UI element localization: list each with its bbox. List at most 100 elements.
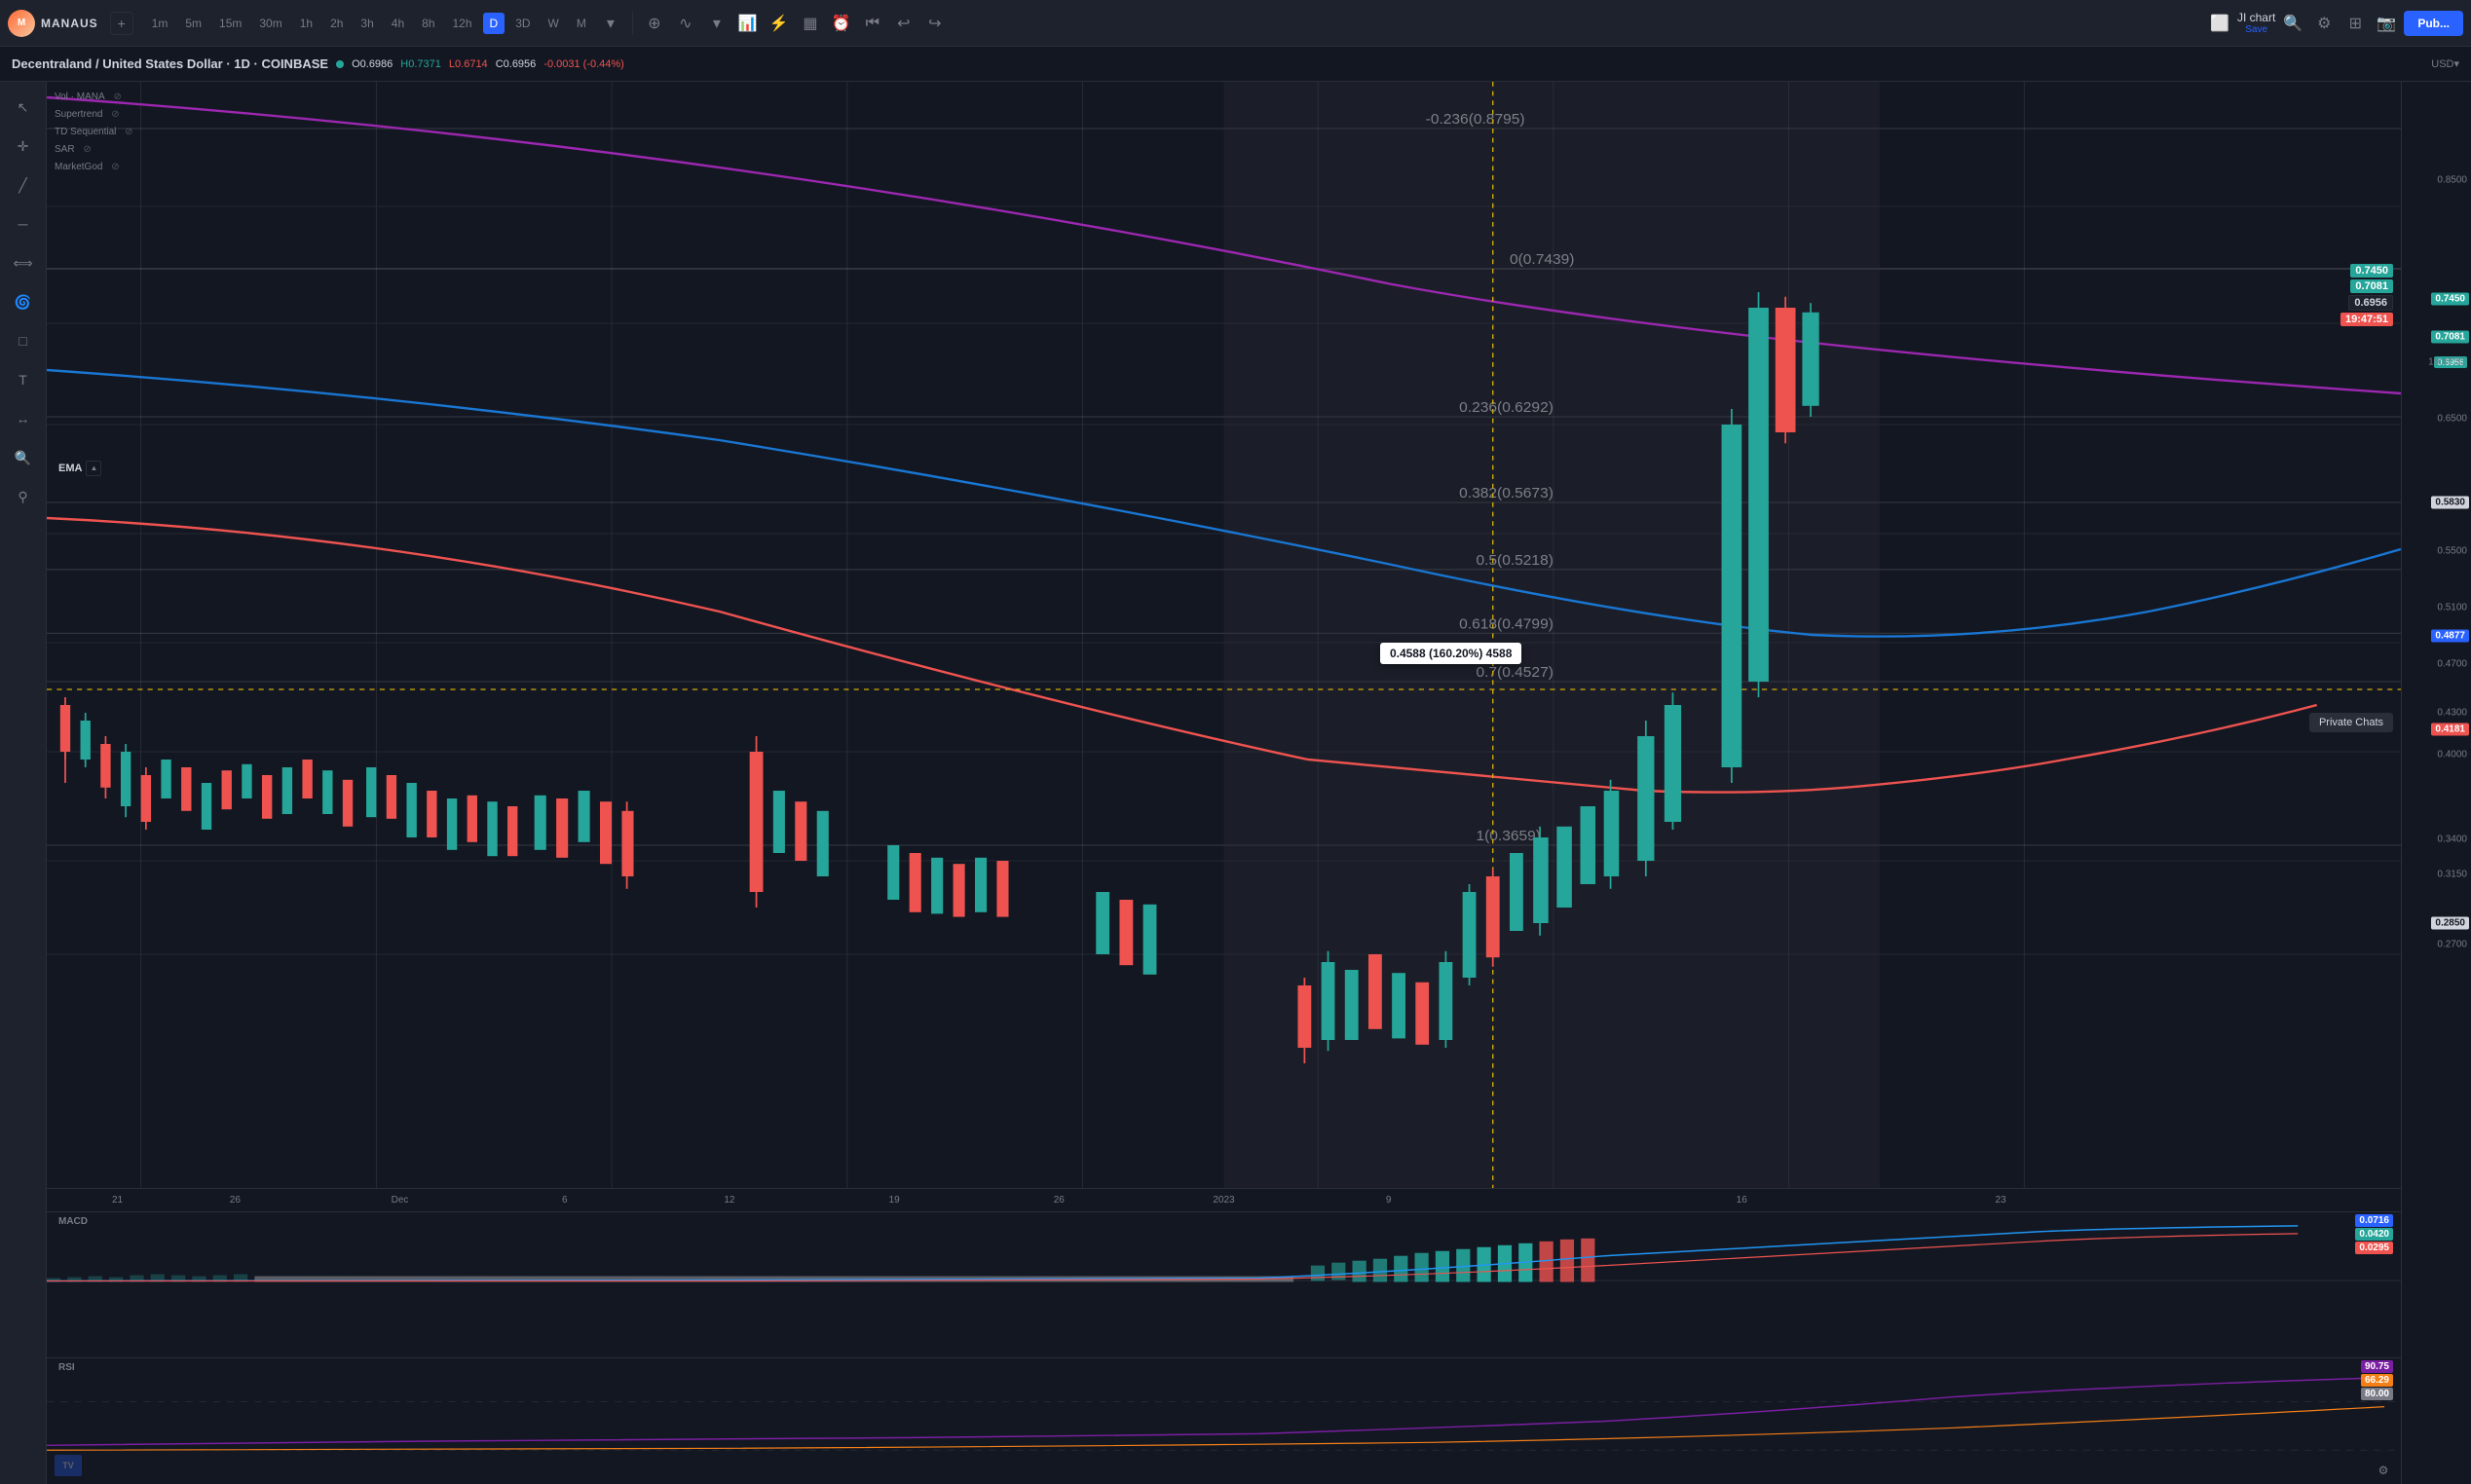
- price-badge-7081: 0.7081: [2431, 331, 2469, 344]
- save-button[interactable]: Save: [2245, 24, 2267, 35]
- fullscreen-icon[interactable]: ⬜: [2206, 10, 2233, 37]
- price-label-3400: 0.3400: [2437, 834, 2467, 844]
- ohlc-open: O0.6986: [352, 58, 393, 70]
- crosshair-tool-icon[interactable]: ✛: [6, 129, 41, 164]
- ema-indicator-label: EMA ▲: [58, 461, 101, 476]
- rsi-values: 90.75 66.29 80.00: [2361, 1360, 2393, 1400]
- rsi-chart: [47, 1358, 2471, 1484]
- timeframe-M[interactable]: M: [570, 13, 593, 34]
- measure-icon[interactable]: ↔: [6, 401, 41, 436]
- publish-button[interactable]: Pub...: [2404, 11, 2463, 36]
- indicator-supertrend-eye[interactable]: ⊘: [108, 107, 122, 121]
- currency-selector[interactable]: USD▾: [2431, 57, 2459, 70]
- chart-header: Decentraland / United States Dollar · 1D…: [0, 47, 2471, 82]
- chart-settings-button[interactable]: ⚙: [2374, 1461, 2393, 1480]
- indicator-icon[interactable]: ⚡: [766, 10, 793, 37]
- parallel-channel-icon[interactable]: ⟺: [6, 245, 41, 280]
- crosshair-icon[interactable]: ⊕: [641, 10, 668, 37]
- timeframe-D[interactable]: D: [483, 13, 505, 34]
- text-icon[interactable]: T: [6, 362, 41, 397]
- price-label-4000: 0.4000: [2437, 750, 2467, 761]
- ohlc-floating-panel: 0.7450 0.7081 0.6956 19:47:51: [2340, 264, 2393, 326]
- price-axis: 0.8500 0.7450 0.7081 0.6956 19:47:51 0.6…: [2401, 82, 2471, 1484]
- cursor-icon[interactable]: ↖: [6, 90, 41, 125]
- layout-resize-icon[interactable]: ⊞: [2341, 10, 2369, 37]
- line-chart-icon[interactable]: ∿: [672, 10, 699, 37]
- add-chart-button[interactable]: +: [110, 12, 133, 35]
- settings-icon[interactable]: ⚙: [2310, 10, 2338, 37]
- ohlc-float-open: 0.7081: [2350, 279, 2393, 293]
- time-label-19: 19: [889, 1195, 900, 1206]
- time-label-26: 26: [230, 1195, 241, 1206]
- bar-chart-icon[interactable]: 📊: [734, 10, 762, 37]
- tv-logo-icon: TV: [55, 1455, 82, 1476]
- indicator-vol: Vol · MANA ⊘: [55, 88, 135, 105]
- chart-type-dropdown[interactable]: ▾: [703, 10, 730, 37]
- left-toolbar: ↖ ✛ ╱ ─ ⟺ 🌀 □ T ↔ 🔍 ⚲: [0, 82, 47, 1484]
- price-badge-5830: 0.5830: [2431, 497, 2469, 509]
- ema-collapse-button[interactable]: ▲: [86, 461, 101, 476]
- shape-icon[interactable]: □: [6, 323, 41, 358]
- timeframe-dropdown-button[interactable]: ▾: [597, 10, 624, 37]
- float-price-7081: 0.7081: [2350, 279, 2393, 293]
- rsi-val-3: 80.00: [2361, 1388, 2393, 1400]
- price-label-5100: 0.5100: [2437, 603, 2467, 613]
- price-time-1947: 19:47:51: [2427, 356, 2467, 369]
- indicator-sar: SAR ⊘: [55, 140, 135, 158]
- logo-area: M MANAUS: [8, 10, 98, 37]
- timeframe-1m[interactable]: 1m: [145, 13, 175, 34]
- indicator-marketgod-eye[interactable]: ⊘: [108, 160, 122, 173]
- main-toolbar: M MANAUS + 1m 5m 15m 30m 1h 2h 3h 4h 8h …: [0, 0, 2471, 47]
- time-label-6: 6: [562, 1195, 568, 1206]
- tradingview-watermark: TV: [55, 1455, 82, 1476]
- indicator-vol-eye[interactable]: ⊘: [111, 90, 125, 103]
- replay-back-icon[interactable]: ⏮: [859, 10, 886, 37]
- timeframe-2h[interactable]: 2h: [323, 13, 350, 34]
- price-badge-7450: 0.7450: [2431, 293, 2469, 306]
- chart-area: -0.236(0.8795) 0(0.7439) 0.236(0.6292) 0…: [47, 82, 2471, 1484]
- timeframe-30m[interactable]: 30m: [252, 13, 288, 34]
- logo-text: MANAUS: [41, 17, 98, 30]
- fib-icon[interactable]: 🌀: [6, 284, 41, 319]
- price-badge-4181: 0.4181: [2431, 723, 2469, 736]
- macd-panel: MACD: [47, 1211, 2471, 1357]
- timeframe-15m[interactable]: 15m: [212, 13, 248, 34]
- price-badge-2850: 0.2850: [2431, 917, 2469, 930]
- indicator-sar-label: SAR: [55, 144, 75, 155]
- time-label-23: 23: [1996, 1195, 2006, 1206]
- timeframe-1h[interactable]: 1h: [293, 13, 319, 34]
- timeframe-3D[interactable]: 3D: [508, 13, 537, 34]
- ji-chart-area: JI chart Save: [2237, 11, 2275, 35]
- chart-title: Decentraland / United States Dollar · 1D…: [12, 56, 328, 71]
- macd-label: MACD: [58, 1216, 88, 1227]
- indicator-sar-eye[interactable]: ⊘: [81, 142, 94, 156]
- timeframe-5m[interactable]: 5m: [178, 13, 208, 34]
- horizontal-line-icon[interactable]: ─: [6, 206, 41, 241]
- timeframe-12h[interactable]: 12h: [446, 13, 479, 34]
- indicator-td-label: TD Sequential: [55, 127, 116, 137]
- camera-icon[interactable]: 📷: [2373, 10, 2400, 37]
- indicator-td: TD Sequential ⊘: [55, 123, 135, 140]
- timeframe-4h[interactable]: 4h: [385, 13, 411, 34]
- clock-icon[interactable]: ⏰: [828, 10, 855, 37]
- indicator-vol-label: Vol · MANA: [55, 92, 105, 102]
- indicator-td-eye[interactable]: ⊘: [122, 125, 135, 138]
- search-icon[interactable]: 🔍: [2279, 10, 2306, 37]
- zoom-icon[interactable]: 🔍: [6, 440, 41, 475]
- undo-icon[interactable]: ↩: [890, 10, 917, 37]
- indicator-marketgod-label: MarketGod: [55, 162, 102, 172]
- redo-icon[interactable]: ↪: [921, 10, 949, 37]
- rsi-val-1: 90.75: [2361, 1360, 2393, 1373]
- trend-line-icon[interactable]: ╱: [6, 167, 41, 203]
- timeframe-3h[interactable]: 3h: [354, 13, 380, 34]
- layout-icon[interactable]: ▦: [797, 10, 824, 37]
- magnet-icon[interactable]: ⚲: [6, 479, 41, 514]
- timeframe-W[interactable]: W: [542, 13, 566, 34]
- time-label-dec: Dec: [392, 1195, 409, 1206]
- toolbar-divider-1: [632, 12, 633, 35]
- indicator-supertrend-label: Supertrend: [55, 109, 102, 120]
- rsi-val-2: 66.29: [2361, 1374, 2393, 1387]
- ohlc-close: C0.6956: [496, 58, 537, 70]
- time-label-21: 21: [112, 1195, 123, 1206]
- timeframe-8h[interactable]: 8h: [415, 13, 441, 34]
